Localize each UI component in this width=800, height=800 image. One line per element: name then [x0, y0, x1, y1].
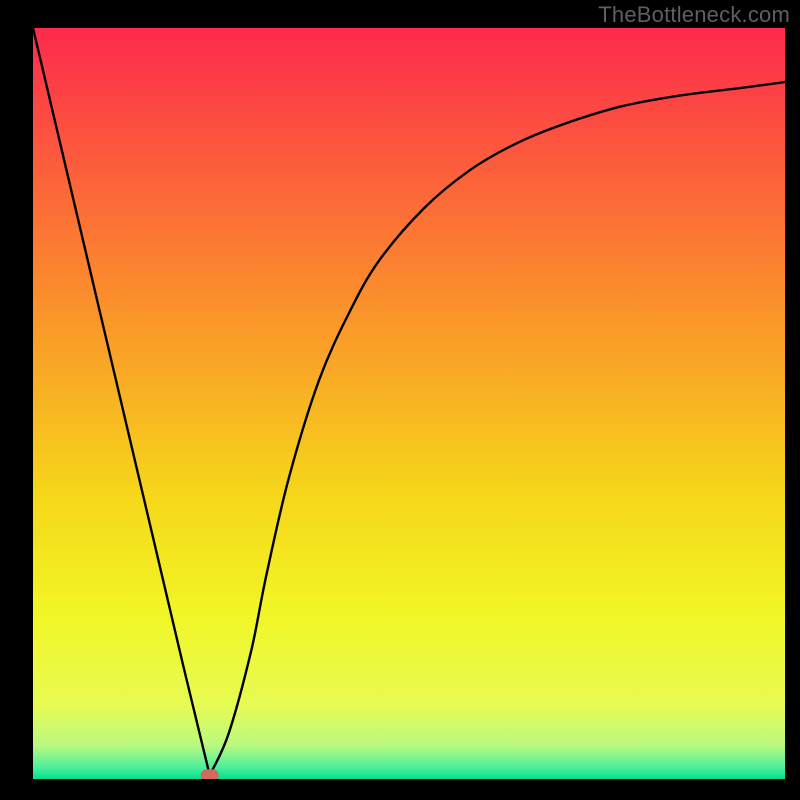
chart-container: TheBottleneck.com	[0, 0, 800, 800]
attribution-text: TheBottleneck.com	[598, 2, 790, 28]
bottleneck-chart	[0, 0, 800, 800]
plot-background	[33, 28, 785, 779]
